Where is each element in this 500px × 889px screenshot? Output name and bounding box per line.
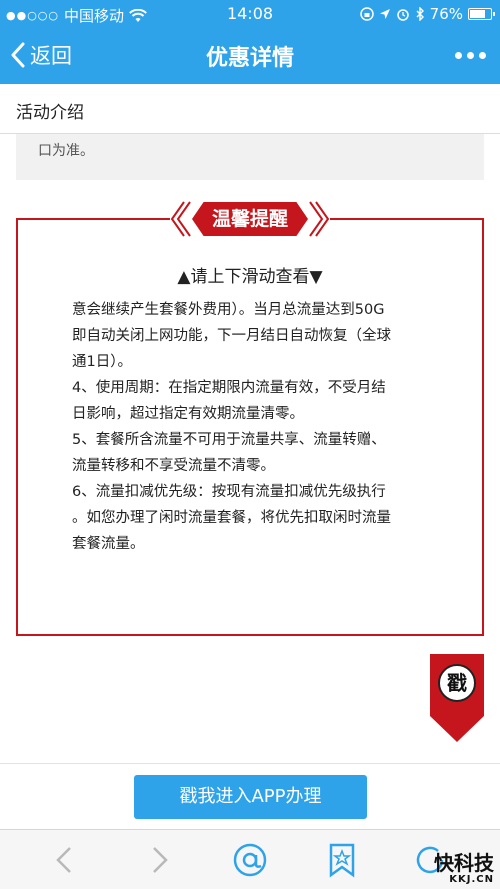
nav-bar: 返回 优惠详情: [0, 28, 500, 84]
reminder-line: 6、流量扣减优先级：按现有流量扣减优先级执行: [72, 484, 386, 500]
browser-toolbar: [0, 829, 500, 889]
activity-description-text: 口为准。: [38, 143, 94, 159]
back-arrow-icon[interactable]: [48, 842, 84, 878]
status-right: 76%: [359, 5, 495, 23]
alarm-icon: [396, 9, 409, 21]
reminder-line: 。如您办理了闲时流量套餐，将优先扣取闲时流量: [72, 510, 391, 526]
page-title: 优惠详情: [205, 46, 294, 71]
bluetooth-icon: [416, 7, 424, 21]
reminder-title: 温馨提醒: [192, 202, 308, 236]
banner-left-ornament: [170, 201, 191, 237]
watermark-sub: KKJ.CN: [449, 874, 494, 885]
banner-right-ornament: [309, 201, 330, 237]
reminder-banner: 温馨提醒: [170, 198, 330, 240]
watermark-main: 快科技: [434, 851, 494, 875]
battery-icon: [468, 8, 495, 20]
reminder-line: 5、套餐所含流量不可用于流量共享、流量转赠、: [72, 432, 386, 448]
reminder-line: 流量转移和不享受流量不清零。: [72, 458, 275, 474]
lock-rotation-icon: [359, 7, 374, 21]
at-sign-icon[interactable]: [232, 842, 268, 878]
forward-arrow-icon[interactable]: [140, 842, 176, 878]
more-dot-icon: [479, 52, 486, 59]
activity-description-box: 口为准。: [16, 134, 484, 180]
reminder-line: 通1日）。: [72, 354, 132, 370]
status-bar: ●●○○○ 中国移动 14:08 76%: [0, 0, 500, 28]
action-bar: 戳我进入APP办理: [0, 763, 500, 829]
enter-app-button[interactable]: 戳我进入APP办理: [134, 775, 367, 819]
more-dot-icon: [455, 52, 462, 59]
battery-percent: 76%: [429, 5, 463, 23]
watermark-logo: 快科技 KKJ.CN: [434, 852, 494, 885]
section-header: 活动介绍: [0, 84, 500, 134]
stamp-badge-button[interactable]: 戳: [430, 654, 484, 742]
reminder-line: 意会继续产生套餐外费用）。当月总流量达到50G: [72, 302, 385, 318]
reminder-line: 日影响，超过指定有效期流量清零。: [72, 406, 304, 422]
scroll-hint: ▲请上下滑动查看▼: [177, 267, 323, 287]
bookmark-star-icon[interactable]: [324, 842, 360, 878]
reminder-content[interactable]: 意会继续产生套餐外费用）。当月总流量达到50G 即自动关闭上网功能，下一月结日自…: [72, 297, 432, 557]
reminder-line: 套餐流量。: [72, 536, 145, 552]
stamp-label: 戳: [438, 664, 476, 702]
reminder-line: 4、使用周期：在指定期限内流量有效，不受月结: [72, 380, 386, 396]
location-arrow-icon: [379, 9, 390, 19]
reminder-line: 即自动关闭上网功能，下一月结日自动恢复（全球: [72, 328, 391, 344]
more-options-button[interactable]: [455, 52, 486, 59]
more-dot-icon: [467, 52, 474, 59]
section-title: 活动介绍: [16, 103, 84, 123]
